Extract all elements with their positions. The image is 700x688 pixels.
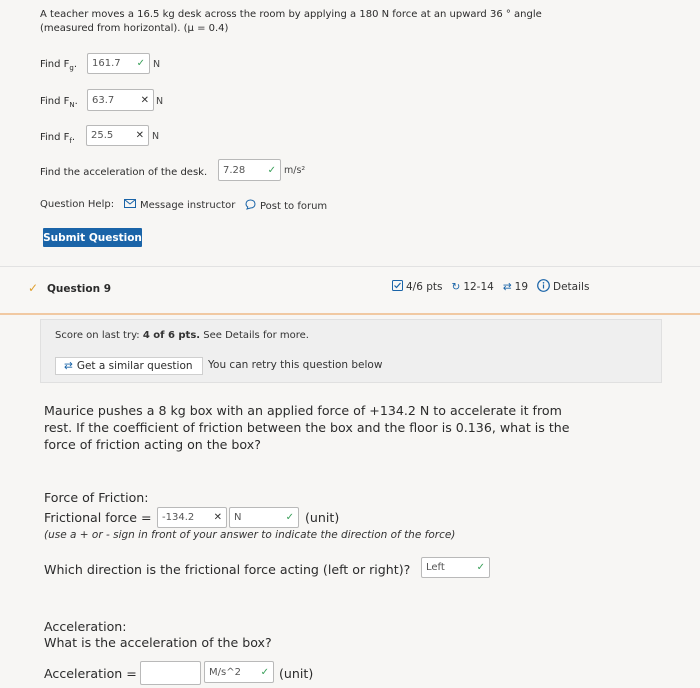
attempts-icon: ⇄ — [502, 281, 512, 293]
retry-text: You can retry this question below — [208, 359, 383, 371]
acceleration-label: Acceleration = — [44, 666, 137, 681]
retries-text: 12-14 — [463, 281, 494, 293]
question-9-title: Question 9 — [47, 283, 112, 295]
problem-text-line2: (measured from horizontal). (μ = 0.4) — [40, 23, 229, 34]
submit-question-button[interactable]: Submit Question — [43, 228, 142, 247]
score-text: Score on last try: 4 of 6 pts. See Detai… — [55, 330, 309, 341]
acc-answer-field[interactable]: 7.28 ✓ — [218, 159, 281, 181]
cross-icon: ✕ — [140, 94, 149, 106]
retry-icon: ↻ — [451, 281, 461, 293]
question-help-label: Question Help: — [40, 199, 115, 210]
direction-question: Which direction is the frictional force … — [44, 562, 411, 577]
acceleration-heading: Acceleration: — [44, 619, 127, 634]
info-icon[interactable] — [537, 279, 550, 295]
acceleration-unit-hint: (unit) — [279, 666, 314, 681]
fg-unit: N — [153, 59, 161, 70]
friction-label: Frictional force = — [44, 510, 152, 525]
find-fg-label: Find Fg. — [40, 59, 78, 72]
question-line-1: Maurice pushes a 8 kg box with an applie… — [44, 403, 562, 418]
sign-hint: (use a + or - sign in front of your answ… — [44, 529, 456, 541]
score-panel: Score on last try: 4 of 6 pts. See Detai… — [40, 319, 662, 383]
friction-heading: Force of Friction: — [44, 490, 149, 505]
problem-text: A teacher moves a 16.5 kg desk across th… — [40, 9, 542, 20]
chat-bubble-icon — [245, 199, 256, 213]
refresh-icon: ⇄ — [64, 360, 73, 372]
acc-unit: m/s² — [284, 165, 306, 176]
find-fn-label: Find FN. — [40, 96, 78, 109]
question-line-3: force of friction acting on the box? — [44, 437, 261, 452]
details-link[interactable]: Details — [553, 281, 589, 293]
question-9-header: ✓ Question 9 4/6 pts ↻ 12-14 ⇄ 19 Detail… — [0, 266, 700, 315]
partial-check-icon: ✓ — [28, 281, 39, 295]
question-meta: 4/6 pts ↻ 12-14 ⇄ 19 Details — [392, 279, 589, 295]
fn-answer-field[interactable]: 63.7 ✕ — [87, 89, 154, 111]
post-forum-link[interactable]: Post to forum — [245, 199, 327, 213]
acceleration-unit-select[interactable]: M/s^2 ✓ — [204, 661, 274, 683]
check-icon: ✓ — [136, 58, 145, 69]
check-icon: ✓ — [476, 562, 485, 573]
direction-select[interactable]: Left ✓ — [421, 557, 490, 578]
attempts-text: 19 — [514, 281, 529, 293]
acceleration-question: What is the acceleration of the box? — [44, 635, 272, 650]
check-icon: ✓ — [267, 164, 276, 176]
cross-icon: ✕ — [135, 130, 144, 141]
fg-answer-field[interactable]: 161.7 ✓ — [87, 53, 150, 74]
acceleration-answer-field[interactable] — [140, 661, 201, 685]
cross-icon: ✕ — [213, 512, 222, 523]
friction-unit-hint: (unit) — [305, 510, 340, 525]
message-instructor-link[interactable]: Message instructor — [124, 199, 235, 211]
mail-icon — [124, 199, 136, 211]
check-icon: ✓ — [260, 666, 269, 678]
points-text: 4/6 pts — [406, 281, 443, 293]
friction-unit-select[interactable]: N ✓ — [229, 507, 299, 528]
question-line-2: rest. If the coefficient of friction bet… — [44, 420, 570, 435]
check-icon: ✓ — [285, 512, 294, 523]
ff-unit: N — [152, 131, 160, 142]
similar-question-button[interactable]: ⇄ Get a similar question — [55, 357, 203, 375]
ff-answer-field[interactable]: 25.5 ✕ — [86, 125, 149, 146]
find-acc-label: Find the acceleration of the desk. — [40, 167, 208, 178]
fn-unit: N — [156, 96, 164, 107]
find-ff-label: Find Ff. — [40, 132, 76, 145]
friction-answer-field[interactable]: -134.2 ✕ — [157, 507, 227, 528]
score-check-icon — [392, 280, 403, 294]
